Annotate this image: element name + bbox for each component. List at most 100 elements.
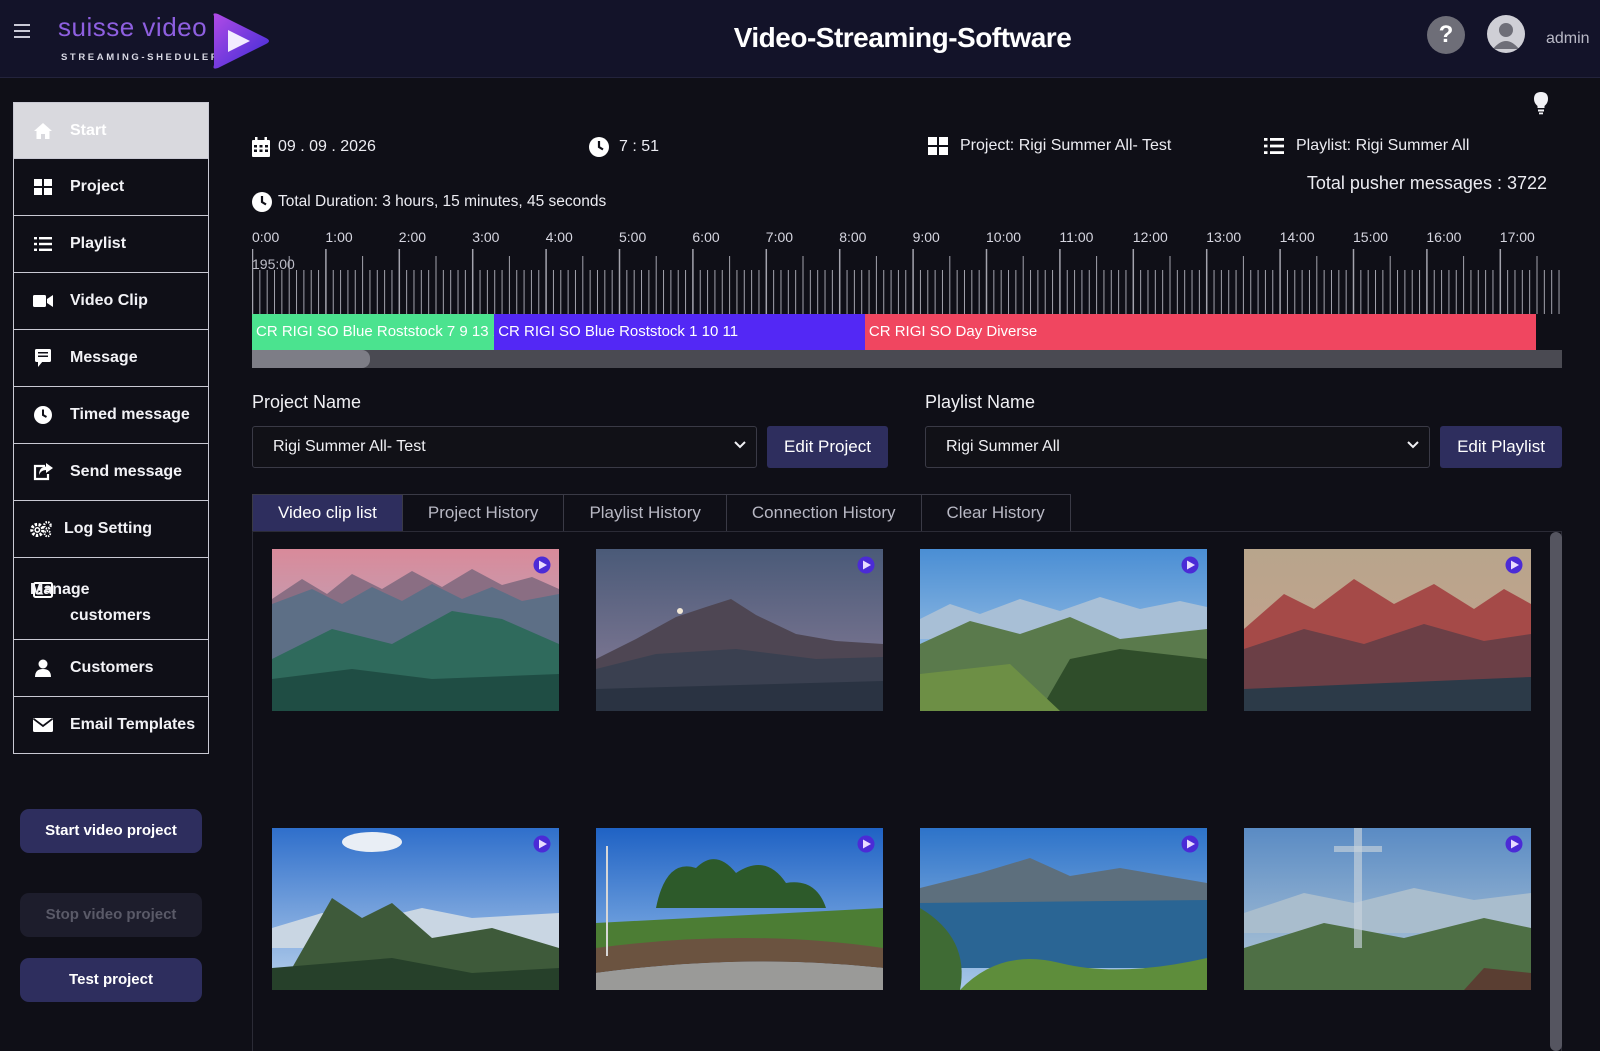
video-clip-thumbnail[interactable]: [272, 549, 559, 711]
top-bar: suisse video STREAMING-SHEDULER Video-St…: [0, 0, 1600, 78]
date-display: 09 . 09 . 2026: [252, 137, 376, 157]
sidebar-item-customers[interactable]: Customers: [13, 640, 209, 697]
timeline-ruler: 0:00 1:00 2:00 3:00 4:00 5:00 6:00 7:00 8:00 9:00…: [252, 229, 1560, 314]
timeline-tick-label: 4:00: [546, 229, 573, 245]
sidebar-item-email-templates[interactable]: Email Templates: [13, 697, 209, 754]
timeline-segment[interactable]: CR RIGI SO Blue Roststock 7 9 13 15: [252, 314, 495, 350]
sidebar-item-project[interactable]: Project: [13, 159, 209, 216]
sidebar-item-send-message[interactable]: Send message: [13, 444, 209, 501]
video-clip-thumbnail[interactable]: [1244, 549, 1531, 711]
username[interactable]: admin: [1546, 30, 1590, 48]
sidebar-item-label: Log Setting: [64, 520, 152, 537]
total-duration: Total Duration: 3 hours, 15 minutes, 45 …: [252, 192, 606, 212]
hamburger-menu-icon[interactable]: [14, 24, 30, 38]
cogs-icon: [30, 519, 52, 539]
project-select[interactable]: Rigi Summer All- Test: [252, 426, 757, 468]
lake-landscape-image: [920, 828, 1207, 990]
play-badge-icon: [857, 835, 875, 853]
playlist-select[interactable]: Rigi Summer All: [925, 426, 1430, 468]
project-name-label: Project Name: [252, 392, 362, 412]
timeline-tick-label: 17:00: [1500, 229, 1535, 245]
play-badge-icon: [533, 556, 551, 574]
current-project-display: Project: Rigi Summer All- Test: [928, 137, 1171, 155]
play-badge-icon: [1181, 556, 1199, 574]
timeline-segment[interactable]: CR RIGI SO Blue Roststock 1 10 11: [494, 314, 865, 350]
play-badge-icon: [1505, 556, 1523, 574]
date-value: 09 . 09 . 2026: [278, 138, 376, 155]
current-project-value: Project: Rigi Summer All- Test: [960, 137, 1172, 154]
timeline-scrollbar[interactable]: [252, 350, 1562, 368]
tab-project-history[interactable]: Project History: [402, 494, 565, 532]
list-icon: [32, 234, 54, 254]
timeline-tick-label: 9:00: [913, 229, 940, 245]
sidebar-item-message[interactable]: Message: [13, 330, 209, 387]
sidebar-item-label: Manage customers: [30, 581, 151, 624]
clock-icon: [252, 192, 272, 212]
app-title: Video-Streaming-Software: [733, 22, 1072, 53]
timeline-scroll-thumb[interactable]: [252, 350, 370, 368]
tab-video-clip-list[interactable]: Video clip list: [252, 494, 403, 532]
video-clip-grid-scrollbar[interactable]: [1550, 532, 1562, 1051]
sidebar-item-label: Customers: [70, 659, 154, 676]
history-tabs: Video clip list Project History Playlist…: [252, 494, 1071, 532]
playlist-name-label: Playlist Name: [925, 392, 1036, 412]
sidebar-item-label: Message: [70, 349, 138, 366]
sidebar-item-video-clip[interactable]: Video Clip: [13, 273, 209, 330]
timeline-total-label: 195:00: [252, 256, 295, 272]
help-button[interactable]: ?: [1427, 16, 1465, 54]
edit-playlist-button[interactable]: Edit Playlist: [1440, 426, 1562, 468]
sidebar-item-start[interactable]: Start: [13, 102, 209, 159]
sidebar-item-log-setting[interactable]: Log Setting: [13, 501, 209, 558]
sidebar-nav: Start Project Playlist Video Clip Messag…: [13, 102, 209, 754]
user-avatar-icon[interactable]: [1487, 15, 1525, 53]
tab-connection-history[interactable]: Connection History: [726, 494, 922, 532]
lightbulb-icon[interactable]: [1532, 91, 1550, 115]
grid-icon: [928, 137, 948, 155]
tab-playlist-history[interactable]: Playlist History: [564, 494, 727, 532]
timeline[interactable]: 0:00 1:00 2:00 3:00 4:00 5:00 6:00 7:00 8:00 9:00…: [252, 228, 1562, 368]
time-display: 7 : 51: [589, 137, 659, 157]
current-playlist-value: Playlist: Rigi Summer All: [1296, 137, 1470, 154]
current-playlist-display: Playlist: Rigi Summer All: [1264, 137, 1469, 155]
tab-clear-history[interactable]: Clear History: [921, 494, 1071, 532]
video-clip-thumbnail[interactable]: [272, 828, 559, 990]
mountain-landscape-image: [1244, 549, 1531, 711]
logo-name: suisse video: [58, 12, 208, 42]
sidebar-item-playlist[interactable]: Playlist: [13, 216, 209, 273]
total-duration-value: Total Duration: 3 hours, 15 minutes, 45 …: [278, 193, 607, 210]
video-clip-thumbnail[interactable]: [920, 549, 1207, 711]
playlist-select-value: Rigi Summer All: [946, 438, 1060, 455]
video-clip-thumbnail[interactable]: [1244, 828, 1531, 990]
stop-video-project-button[interactable]: Stop video project: [20, 893, 202, 937]
mountain-cross-image: [1244, 828, 1531, 990]
start-video-project-button[interactable]: Start video project: [20, 809, 202, 853]
timeline-tick-label: 16:00: [1426, 229, 1461, 245]
sidebar-item-manage-customers[interactable]: Manage customers: [13, 558, 209, 640]
timeline-tick-label: 10:00: [986, 229, 1021, 245]
time-value: 7 : 51: [619, 138, 660, 155]
sidebar-item-timed-message[interactable]: Timed message: [13, 387, 209, 444]
mountain-landscape-image: [920, 549, 1207, 711]
app-logo[interactable]: suisse video STREAMING-SHEDULER: [58, 10, 278, 72]
timeline-tick-label: 13:00: [1206, 229, 1241, 245]
test-project-button[interactable]: Test project: [20, 958, 202, 1002]
sidebar-item-label: Start: [70, 121, 107, 139]
video-clip-thumbnail[interactable]: [596, 828, 883, 990]
video-camera-icon: [32, 291, 54, 311]
home-icon: [32, 121, 54, 141]
project-select-value: Rigi Summer All- Test: [273, 438, 426, 455]
sidebar-item-label: Email Templates: [70, 716, 196, 733]
timeline-tick-label: 15:00: [1353, 229, 1388, 245]
timeline-segment[interactable]: CR RIGI SO Day Diverse: [864, 314, 1537, 350]
timeline-tick-label: 12:00: [1133, 229, 1168, 245]
video-clip-thumbnail[interactable]: [596, 549, 883, 711]
video-clip-thumbnail[interactable]: [920, 828, 1207, 990]
timeline-tick-label: 0:00: [252, 229, 279, 245]
sidebar-item-label: Playlist: [70, 235, 127, 252]
edit-project-button[interactable]: Edit Project: [767, 426, 888, 468]
user-icon: [32, 658, 54, 678]
chevron-down-icon: [1407, 441, 1419, 449]
play-badge-icon: [857, 556, 875, 574]
timeline-tick-label: 5:00: [619, 229, 646, 245]
list-icon: [1264, 138, 1284, 154]
